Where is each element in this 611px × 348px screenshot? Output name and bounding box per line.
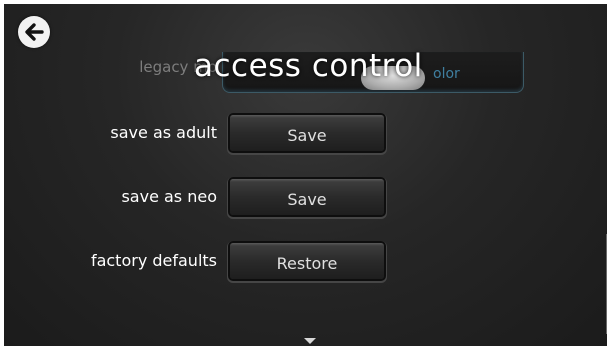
scroll-down-icon[interactable] (304, 338, 316, 344)
settings-screen: legacy mo olor access control save as ad… (4, 4, 607, 346)
save-as-adult-label: save as adult (110, 123, 217, 142)
save-as-adult-button-label: Save (287, 125, 327, 145)
scrollbar[interactable] (606, 234, 607, 334)
back-button[interactable] (18, 16, 50, 48)
save-as-adult-row: save as adult Save (4, 115, 607, 155)
save-as-neo-button[interactable]: Save (230, 179, 384, 215)
save-as-neo-label: save as neo (121, 187, 217, 206)
arrow-left-icon (25, 23, 44, 41)
save-as-neo-row: save as neo Save (4, 179, 607, 219)
page-title: access control (194, 48, 423, 84)
factory-defaults-row: factory defaults Restore (4, 243, 607, 283)
save-as-adult-button[interactable]: Save (230, 115, 384, 151)
save-as-neo-button-label: Save (287, 189, 327, 209)
restore-button-label: Restore (276, 253, 338, 273)
restore-button[interactable]: Restore (230, 243, 384, 279)
switch-option-label: olor (433, 66, 460, 82)
factory-defaults-label: factory defaults (90, 251, 217, 270)
